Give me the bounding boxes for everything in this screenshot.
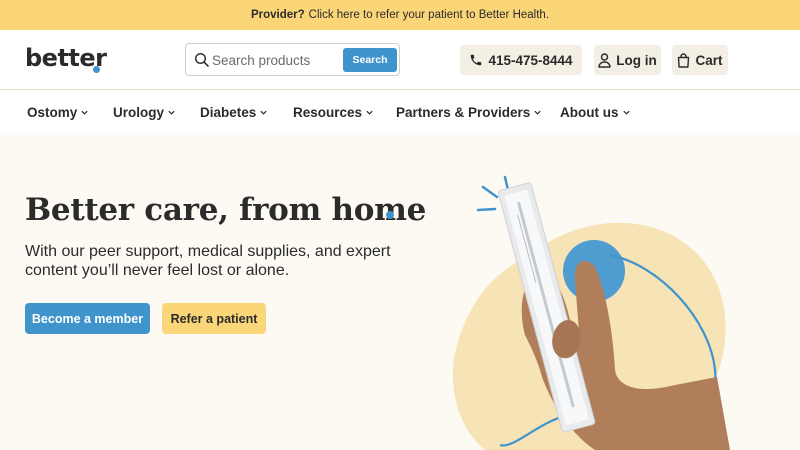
- search-icon: [194, 52, 209, 67]
- banner-link-text[interactable]: Click here to refer your patient to Bett…: [309, 9, 549, 21]
- nav-item-resources[interactable]: Resources: [293, 105, 374, 120]
- banner-bold-label: Provider?: [250, 9, 305, 21]
- phone-number: 415-475-8444: [488, 52, 573, 68]
- refer-patient-button[interactable]: Refer a patient: [162, 303, 266, 334]
- search-box: Search: [185, 43, 400, 76]
- nav-item-label: Urology: [113, 105, 165, 120]
- logo-dot: [93, 66, 100, 73]
- provider-banner[interactable]: Provider? Click here to refer your patie…: [0, 0, 800, 30]
- site-header: better Search 415-475-8444 Log in Cart: [0, 30, 800, 90]
- bag-icon: [678, 52, 690, 68]
- nav-item-ostomy[interactable]: Ostomy: [27, 105, 89, 120]
- search-input[interactable]: [212, 49, 340, 71]
- login-button[interactable]: Log in: [594, 45, 661, 75]
- nav-item-label: Diabetes: [200, 105, 257, 120]
- cart-label: Cart: [695, 52, 723, 68]
- search-button[interactable]: Search: [343, 48, 397, 72]
- nav-item-label: Resources: [293, 105, 363, 120]
- chevron-down-icon: [168, 110, 175, 115]
- phone-icon: [471, 54, 482, 66]
- user-icon: [598, 52, 611, 68]
- chevron-down-icon: [81, 110, 88, 115]
- nav-item-label: About us: [560, 105, 619, 120]
- cart-button[interactable]: Cart: [672, 45, 728, 75]
- nav-item-label: Partners & Providers: [396, 105, 531, 120]
- main-nav: Ostomy Urology Diabetes Resources Partne…: [0, 91, 800, 135]
- title-dot: [386, 211, 394, 219]
- hero-subtitle: With our peer support, medical supplies,…: [25, 243, 391, 279]
- chevron-down-icon: [260, 110, 267, 115]
- hero-title: Better care, from home: [25, 192, 427, 228]
- chevron-down-icon: [622, 110, 630, 115]
- login-label: Log in: [616, 52, 657, 68]
- nav-item-diabetes[interactable]: Diabetes: [200, 105, 268, 120]
- chevron-down-icon: [366, 110, 373, 115]
- nav-item-urology[interactable]: Urology: [113, 105, 176, 120]
- chevron-down-icon: [534, 110, 541, 115]
- nav-item-about-us[interactable]: About us: [560, 105, 631, 120]
- nav-item-partners-providers[interactable]: Partners & Providers: [396, 105, 542, 120]
- hero-illustration: [452, 175, 730, 450]
- phone-button[interactable]: 415-475-8444: [460, 45, 582, 75]
- nav-item-label: Ostomy: [27, 105, 78, 120]
- become-member-button[interactable]: Become a member: [25, 303, 150, 334]
